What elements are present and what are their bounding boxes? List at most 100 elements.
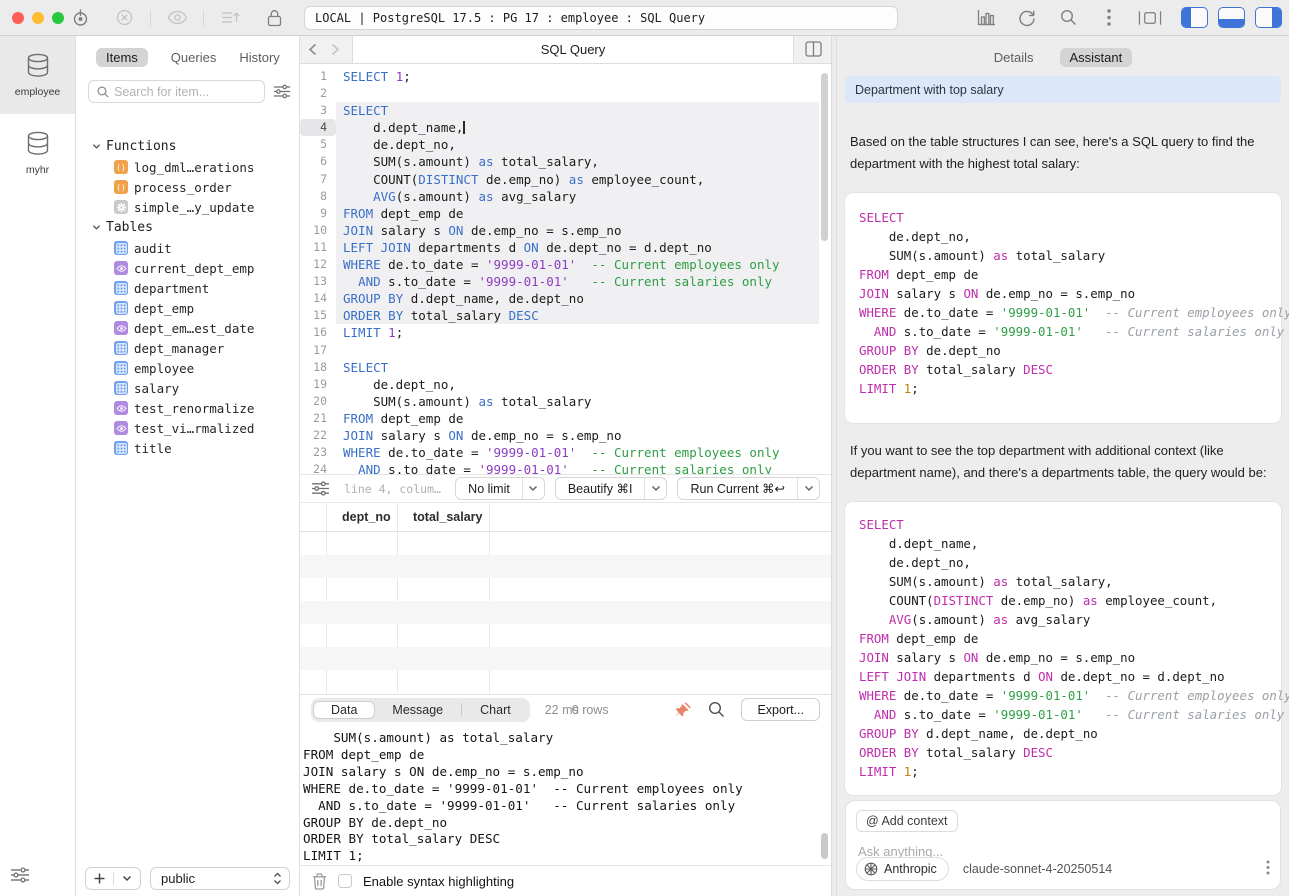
preview-changes-icon[interactable]	[165, 6, 189, 30]
search-icon[interactable]	[1056, 6, 1080, 30]
sidebar-item-simple_-y_update[interactable]: simple_…y_update	[92, 197, 299, 217]
sidebar-section-functions[interactable]: Functions	[92, 136, 299, 157]
limit-dropdown[interactable]: No limit	[455, 477, 545, 500]
editor-line[interactable]: 8 AVG(s.amount) as avg_salary	[300, 188, 831, 205]
editor-scrollbar[interactable]	[821, 73, 828, 241]
editor-line[interactable]: 15ORDER BY total_salary DESC	[300, 307, 831, 324]
cell[interactable]	[327, 670, 398, 693]
add-item-button[interactable]	[85, 867, 141, 890]
sidebar-section-tables[interactable]: Tables	[92, 217, 299, 238]
sidebar-item-dept_em-est_date[interactable]: dept_em…est_date	[92, 318, 299, 338]
editor-line[interactable]: 14GROUP BY d.dept_name, de.dept_no	[300, 290, 831, 307]
windows-icon[interactable]	[1138, 6, 1162, 30]
connection-title[interactable]: LOCAL | PostgreSQL 17.5 : PG 17 : employ…	[304, 6, 898, 30]
lock-icon[interactable]	[262, 6, 286, 30]
close-window-button[interactable]	[12, 12, 24, 24]
editor-line[interactable]: 19 de.dept_no,	[300, 376, 831, 393]
search-input[interactable]: Search for item...	[88, 80, 265, 103]
table-row[interactable]	[300, 532, 831, 555]
syntax-highlighting-checkbox[interactable]	[338, 874, 352, 888]
editor-line[interactable]: 12WHERE de.to_date = '9999-01-01' -- Cur…	[300, 256, 831, 273]
table-row[interactable]	[300, 578, 831, 601]
editor-line[interactable]: 13 AND s.to_date = '9999-01-01' -- Curre…	[300, 273, 831, 290]
editor-line[interactable]: 4 d.dept_name,	[300, 119, 831, 136]
cell[interactable]	[398, 532, 490, 555]
sql-code-block[interactable]: SELECT d.dept_name, de.dept_no, SUM(s.am…	[845, 502, 1281, 795]
editor-line[interactable]: 18SELECT	[300, 359, 831, 376]
settings-sliders-icon[interactable]	[10, 867, 30, 886]
connection-myhr[interactable]: myhr	[0, 114, 75, 192]
zoom-window-button[interactable]	[52, 12, 64, 24]
commit-icon[interactable]	[218, 6, 242, 30]
export-button[interactable]: Export...	[741, 698, 820, 721]
more-icon[interactable]	[1266, 860, 1270, 878]
editor-line[interactable]: 2	[300, 85, 831, 102]
editor-settings-sliders-icon[interactable]	[311, 481, 330, 496]
sidebar-item-current_dept_emp[interactable]: current_dept_emp	[92, 258, 299, 278]
search-results-icon[interactable]	[708, 701, 725, 718]
editor-line[interactable]: 9FROM dept_emp de	[300, 205, 831, 222]
sql-editor[interactable]: 1SELECT 1;23SELECT4 d.dept_name,5 de.dep…	[300, 64, 831, 474]
editor-line[interactable]: 24 AND s.to_date = '9999-01-01' -- Curre…	[300, 461, 831, 474]
tab-history[interactable]: History	[239, 50, 279, 65]
sidebar-item-process_order[interactable]: ()process_order	[92, 177, 299, 197]
refresh-icon[interactable]	[1015, 6, 1039, 30]
split-editor-icon[interactable]	[805, 41, 822, 60]
beautify-button[interactable]: Beautify ⌘I	[555, 477, 668, 500]
chevron-down-icon[interactable]	[114, 875, 140, 882]
toggle-left-panel-button[interactable]	[1181, 7, 1208, 28]
sidebar-item-test_renormalize[interactable]: test_renormalize	[92, 398, 299, 418]
editor-line[interactable]: 16LIMIT 1;	[300, 324, 831, 341]
minimize-window-button[interactable]	[32, 12, 44, 24]
cell[interactable]	[327, 624, 398, 647]
plus-icon[interactable]	[86, 873, 113, 884]
sidebar-item-dept_emp[interactable]: dept_emp	[92, 298, 299, 318]
connection-employee[interactable]: employee	[0, 36, 75, 114]
forward-icon[interactable]	[331, 43, 340, 56]
sidebar-item-title[interactable]: title	[92, 438, 299, 458]
sidebar-item-audit[interactable]: audit	[92, 238, 299, 258]
sidebar-item-employee[interactable]: employee	[92, 358, 299, 378]
editor-line[interactable]: 22JOIN salary s ON de.emp_no = s.emp_no	[300, 427, 831, 444]
editor-line[interactable]: 10JOIN salary s ON de.emp_no = s.emp_no	[300, 222, 831, 239]
column-header-total-salary[interactable]: total_salary	[398, 503, 490, 531]
cell[interactable]	[398, 624, 490, 647]
table-row[interactable]	[300, 555, 831, 578]
tab-queries[interactable]: Queries	[171, 50, 217, 65]
more-icon[interactable]	[1097, 6, 1121, 30]
tab-items[interactable]: Items	[96, 48, 148, 67]
run-current-button[interactable]: Run Current ⌘↩	[677, 477, 820, 500]
message-scrollbar[interactable]	[821, 833, 828, 859]
editor-line[interactable]: 1SELECT 1;	[300, 68, 831, 85]
table-row[interactable]	[300, 624, 831, 647]
table-row[interactable]	[300, 670, 831, 693]
schema-select[interactable]: public	[150, 867, 290, 890]
editor-line[interactable]: 17	[300, 342, 831, 359]
sql-code-block[interactable]: SELECT de.dept_no, SUM(s.amount) as tota…	[845, 193, 1281, 423]
editor-line[interactable]: 7 COUNT(DISTINCT de.emp_no) as employee_…	[300, 171, 831, 188]
sidebar-item-department[interactable]: department	[92, 278, 299, 298]
add-context-button[interactable]: @ Add context	[856, 810, 958, 832]
toggle-bottom-panel-button[interactable]	[1218, 7, 1245, 28]
toggle-right-panel-button[interactable]	[1255, 7, 1282, 28]
chat-composer[interactable]: @ Add context Ask anything... Anthropic …	[845, 800, 1281, 890]
editor-line[interactable]: 3SELECT	[300, 102, 831, 119]
tab-details[interactable]: Details	[994, 50, 1034, 65]
sidebar-item-dept_manager[interactable]: dept_manager	[92, 338, 299, 358]
tab-assistant[interactable]: Assistant	[1060, 48, 1133, 67]
sidebar-item-log_dml-erations[interactable]: ()log_dml…erations	[92, 157, 299, 177]
sidebar-item-test_vi-rmalized[interactable]: test_vi…rmalized	[92, 418, 299, 438]
tab-data[interactable]: Data	[313, 701, 375, 719]
back-icon[interactable]	[308, 43, 317, 56]
table-row[interactable]	[300, 647, 831, 670]
editor-line[interactable]: 6 SUM(s.amount) as total_salary,	[300, 153, 831, 170]
provider-selector[interactable]: Anthropic	[856, 857, 949, 881]
editor-line[interactable]: 20 SUM(s.amount) as total_salary	[300, 393, 831, 410]
cell[interactable]	[327, 532, 398, 555]
conversation-title[interactable]: Department with top salary	[845, 76, 1281, 103]
column-header-dept-no[interactable]: dept_no	[327, 503, 398, 531]
tab-sql-query[interactable]: SQL Query	[352, 36, 794, 63]
cell[interactable]	[398, 578, 490, 601]
tab-chart[interactable]: Chart	[463, 702, 528, 718]
cell[interactable]	[327, 578, 398, 601]
